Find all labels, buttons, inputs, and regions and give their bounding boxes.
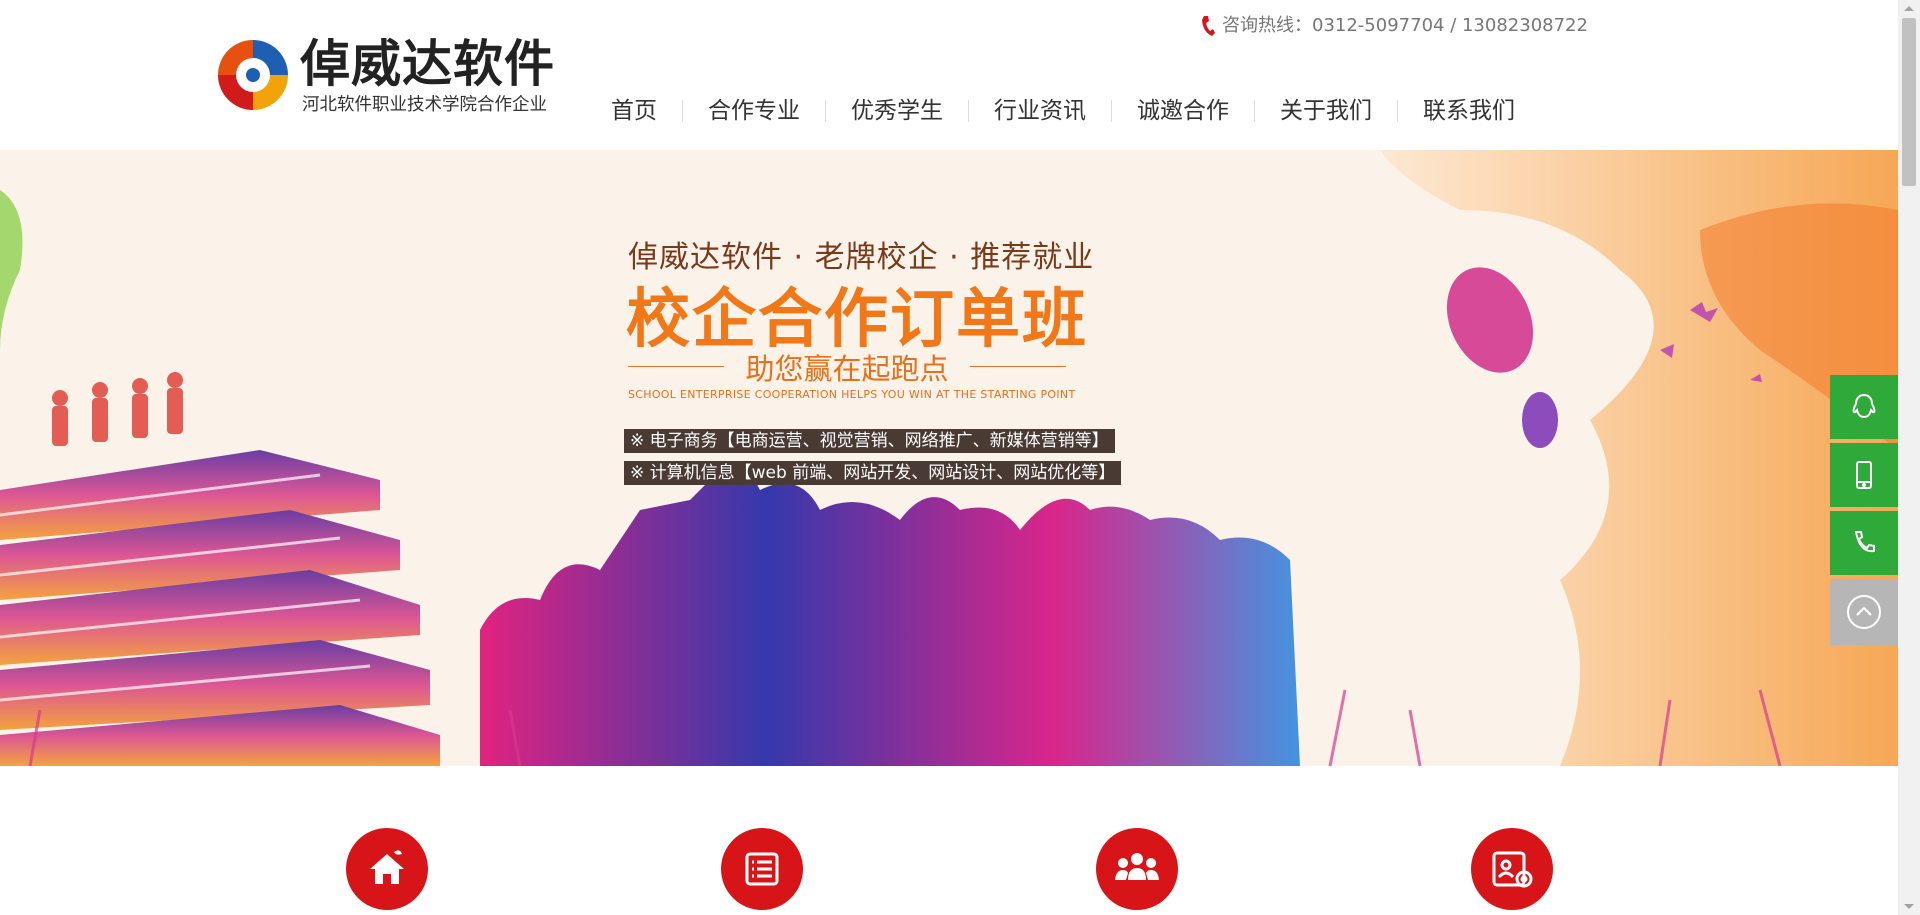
nav-item-about[interactable]: 关于我们	[1255, 92, 1397, 130]
team-icon	[1115, 853, 1159, 880]
brand-name: 倬威达软件	[300, 35, 555, 93]
phone-icon	[1854, 531, 1875, 553]
hotline: 咨询热线：0312-5097704 / 13082308722	[1200, 14, 1588, 38]
main-nav: 首页 合作专业 优秀学生 行业资讯 诚邀合作 关于我们 联系我们	[595, 92, 1540, 130]
page-scrollbar[interactable]	[1898, 0, 1920, 915]
scroll-up-arrow-icon[interactable]	[1904, 6, 1914, 11]
nav-item-home[interactable]: 首页	[595, 92, 682, 130]
banner-slogan-text: 助您赢在起跑点	[745, 352, 949, 386]
logo[interactable]: 倬威达软件 河北软件职业技术学院合作企业	[212, 34, 562, 120]
side-toolbar	[1830, 375, 1898, 649]
banner-major-computer: ※ 计算机信息【web 前端、网站开发、网站设计、网站优化等】	[624, 461, 1122, 485]
side-mobile-button[interactable]	[1830, 443, 1898, 507]
hero-banner[interactable]: 倬威达软件 · 老牌校企 · 推荐就业 校企合作订单班 助您赢在起跑点 SCHO…	[0, 150, 1898, 766]
certificate-icon	[1492, 851, 1533, 888]
nav-item-contact[interactable]: 联系我们	[1398, 92, 1540, 130]
feature-team-button[interactable]	[1096, 828, 1178, 910]
scroll-down-arrow-icon[interactable]	[1904, 904, 1914, 909]
site-header: 倬威达软件 河北软件职业技术学院合作企业 咨询热线：0312-5097704 /…	[0, 0, 1898, 150]
nav-item-news[interactable]: 行业资讯	[969, 92, 1111, 130]
feature-list-button[interactable]	[721, 828, 803, 910]
feature-home-button[interactable]	[346, 828, 428, 910]
banner-slogan: 助您赢在起跑点	[628, 346, 1066, 386]
qq-icon	[1852, 393, 1876, 419]
banner-major-ecommerce: ※ 电子商务【电商运营、视觉营销、网络推广、新媒体营销等】	[624, 429, 1115, 453]
phone-icon	[1202, 16, 1215, 36]
hotline-text: 咨询热线：0312-5097704 / 13082308722	[1222, 15, 1588, 36]
nav-item-students[interactable]: 优秀学生	[826, 92, 968, 130]
banner-slogan-en: SCHOOL ENTERPRISE COOPERATION HELPS YOU …	[628, 388, 1076, 401]
logo-swirl-icon	[215, 37, 291, 113]
home-icon	[370, 850, 404, 884]
back-to-top-button[interactable]	[1830, 579, 1898, 645]
nav-item-majors[interactable]: 合作专业	[683, 92, 825, 130]
slogan-rule-left	[628, 366, 724, 367]
scrollbar-thumb[interactable]	[1902, 18, 1916, 186]
slogan-rule-right	[970, 366, 1066, 367]
side-qq-button[interactable]	[1830, 375, 1898, 439]
back-to-top-icon	[1847, 595, 1881, 629]
feature-certificate-button[interactable]	[1471, 828, 1553, 910]
side-phone-button[interactable]	[1830, 511, 1898, 575]
nav-item-cooperation[interactable]: 诚邀合作	[1112, 92, 1254, 130]
mobile-icon	[1856, 461, 1872, 489]
list-icon	[745, 852, 779, 886]
brand-subtitle: 河北软件职业技术学院合作企业	[302, 95, 547, 115]
